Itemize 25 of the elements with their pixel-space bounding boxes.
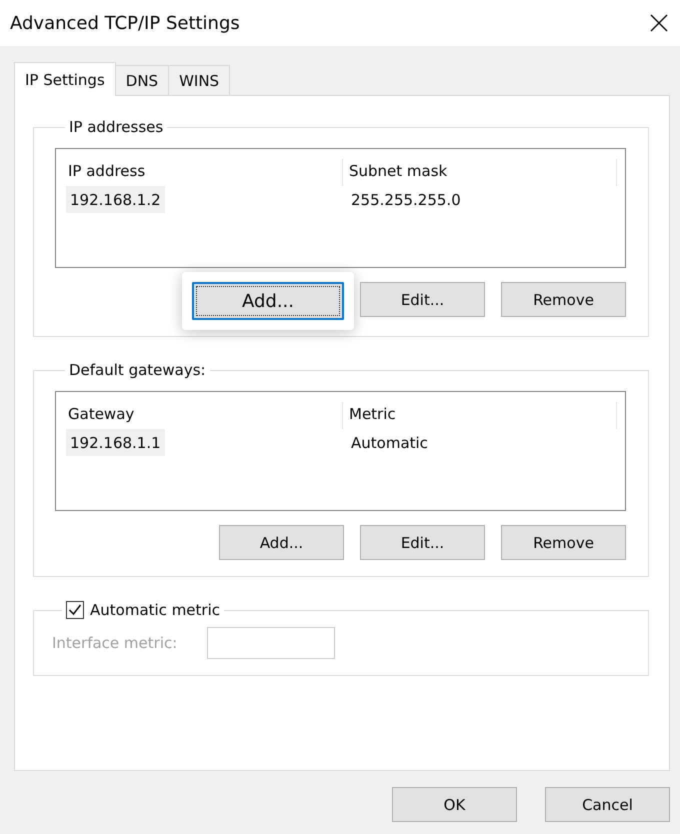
dialog-button[interactable]: Remove (501, 525, 626, 560)
tab[interactable]: IP Settings (14, 62, 116, 96)
dialog-button[interactable]: Cancel (545, 787, 670, 822)
dialog-button[interactable]: Remove (501, 282, 626, 317)
close-icon[interactable] (650, 14, 668, 32)
list-view[interactable]: Gateway Metric 192.168.1.1 Automatic (55, 391, 626, 511)
input-field[interactable] (207, 627, 336, 659)
tab[interactable]: WINS (168, 65, 230, 95)
list-view[interactable]: IP address Subnet mask 192.168.1.2 255.255.255.0 (55, 148, 626, 268)
window-title: Advanced TCP/IP Settings (10, 12, 240, 34)
checkbox-label[interactable]: Automatic metric (90, 601, 220, 619)
column-header[interactable]: Metric (347, 402, 617, 429)
list-cell[interactable]: 192.168.1.1 (66, 429, 165, 456)
group-label: Default gateways: (68, 361, 207, 379)
dialog-button[interactable]: OK (392, 787, 517, 822)
checkbox[interactable] (66, 601, 84, 619)
list-cell[interactable]: Automatic (347, 429, 432, 456)
group-label: IP addresses (68, 118, 164, 136)
field-label: Interface metric: (52, 634, 178, 652)
dialog-button[interactable]: Edit... (360, 525, 485, 560)
list-cell[interactable]: 192.168.1.2 (66, 186, 165, 213)
column-header[interactable]: Subnet mask (347, 159, 617, 186)
dialog-button[interactable]: Edit... (360, 282, 485, 317)
list-cell[interactable]: 255.255.255.0 (347, 186, 465, 213)
dialog-button[interactable]: Add... (219, 525, 344, 560)
